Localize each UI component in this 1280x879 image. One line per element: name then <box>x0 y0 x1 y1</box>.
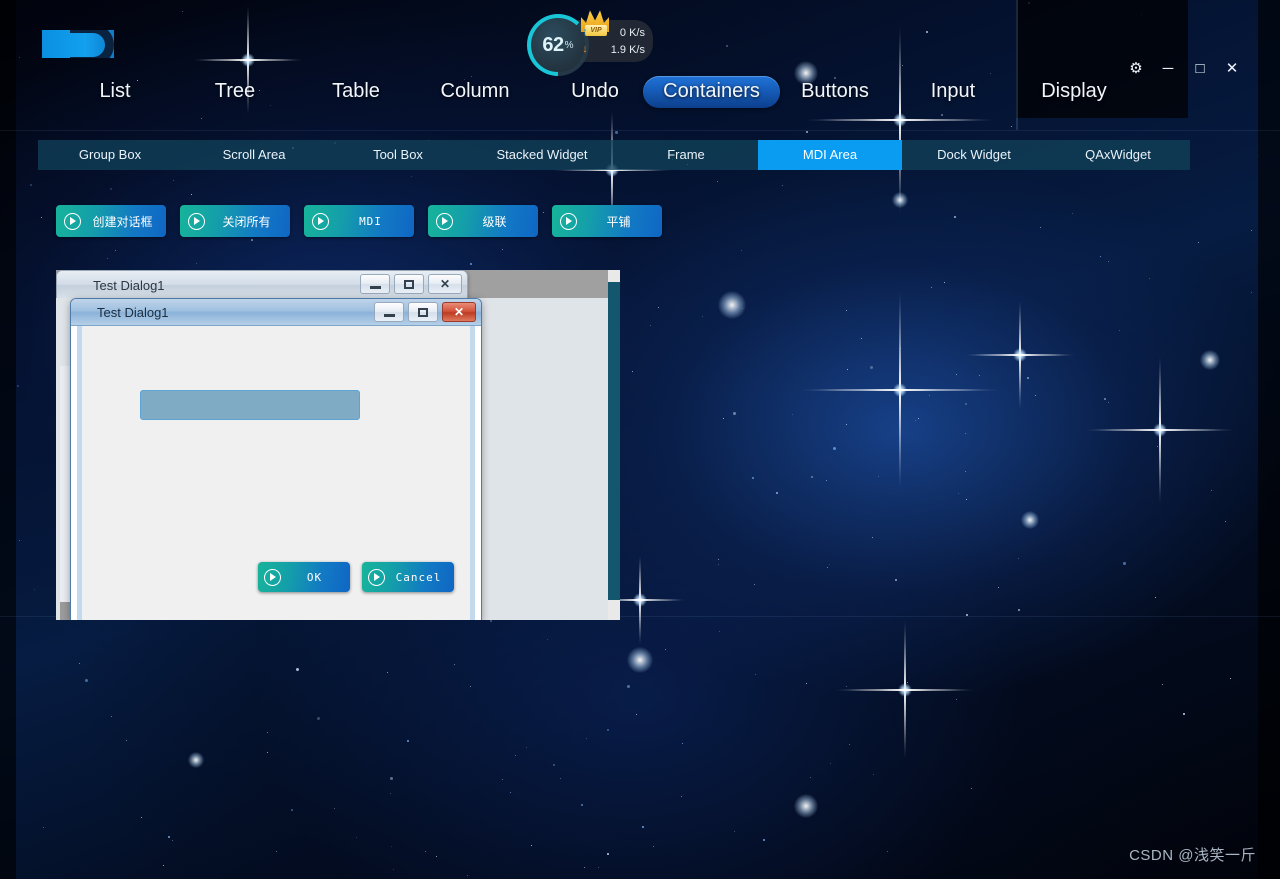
upload-speed-value: 0 K/s <box>619 26 645 39</box>
dialog-client-area: OK Cancel <box>77 326 475 620</box>
close-icon[interactable]: ✕ <box>1224 60 1240 76</box>
play-circle-icon <box>560 212 577 230</box>
nav-tab-buttons[interactable]: Buttons <box>790 76 880 108</box>
minimize-button[interactable] <box>360 274 390 294</box>
nav-tab-table[interactable]: Table <box>318 76 394 108</box>
mdi-vertical-scroll-thumb[interactable] <box>608 282 620 600</box>
mdi-horizontal-scrollbar[interactable] <box>56 612 620 620</box>
dialog-cancel-button[interactable]: Cancel <box>362 562 454 592</box>
action-button-label: 平铺 <box>606 214 631 229</box>
maximize-button[interactable] <box>408 302 438 322</box>
maximize-button[interactable] <box>394 274 424 294</box>
sub-tab-frame[interactable]: Frame <box>614 140 758 170</box>
close-button[interactable]: ✕ <box>428 274 462 294</box>
sub-tab-dock-widget[interactable]: Dock Widget <box>902 140 1046 170</box>
dialog-button-label: OK <box>306 570 323 584</box>
download-arrow-icon: ↓ <box>582 43 588 55</box>
titlebar-active[interactable]: Test Dialog1 ✕ <box>71 299 481 326</box>
download-speed-value: 1.9 K/s <box>610 43 645 56</box>
window-title: Test Dialog1 <box>93 277 165 293</box>
cpu-ring-inner: 62% <box>531 18 585 72</box>
dialog-button-label: Cancel <box>395 570 442 584</box>
action-button-3[interactable]: MDI <box>304 205 414 237</box>
dialog-ok-button[interactable]: OK <box>258 562 350 592</box>
cpu-percent-value: 62 <box>542 33 564 56</box>
play-circle-icon <box>436 212 453 230</box>
nav-tab-input[interactable]: Input <box>916 76 990 108</box>
mdi-action-toolbar: 创建对话框 关闭所有 MDI 级联 平铺 <box>56 205 662 237</box>
action-button-1[interactable]: 创建对话框 <box>56 205 166 237</box>
upload-arrow-icon: ↑ <box>582 26 588 38</box>
application-window: 62% VIP ↑ 0 K/s ↓ 1.9 K/s ⚙ ─ □ ✕ List Tr… <box>0 0 1280 879</box>
blue-frame-widget <box>140 390 360 420</box>
action-button-label: 创建对话框 <box>92 214 153 229</box>
sub-tab-scroll-area[interactable]: Scroll Area <box>182 140 326 170</box>
action-button-2[interactable]: 关闭所有 <box>180 205 290 237</box>
sub-tab-group-box[interactable]: Group Box <box>38 140 182 170</box>
dialog-button-row: OK Cancel <box>258 562 454 592</box>
play-circle-icon <box>264 568 281 586</box>
nav-tab-display[interactable]: Display <box>1028 76 1120 108</box>
logo-mark <box>70 30 114 58</box>
action-button-label: 关闭所有 <box>222 214 271 229</box>
cpu-percent-symbol: % <box>564 39 574 51</box>
action-button-4[interactable]: 级联 <box>428 205 538 237</box>
main-navigation: List Tree Table Column Undo Containers Buttons… <box>0 76 1280 108</box>
titlebar-inactive[interactable]: Test Dialog1 ✕ <box>57 271 467 299</box>
play-circle-icon <box>368 568 385 586</box>
minimize-icon[interactable]: ─ <box>1160 60 1176 76</box>
nav-tab-column[interactable]: Column <box>432 76 518 108</box>
window-title: Test Dialog1 <box>97 304 169 320</box>
caption-buttons-active: ✕ <box>374 302 476 322</box>
watermark-text: CSDN @浅笑一斤 <box>1129 847 1256 864</box>
system-monitor-widget[interactable]: 62% VIP ↑ 0 K/s ↓ 1.9 K/s <box>527 10 653 76</box>
sub-tab-qaxwidget[interactable]: QAxWidget <box>1046 140 1190 170</box>
window-controls: ⚙ ─ □ ✕ <box>1128 60 1240 76</box>
action-button-5[interactable]: 平铺 <box>552 205 662 237</box>
minimize-button[interactable] <box>374 302 404 322</box>
gear-icon[interactable]: ⚙ <box>1128 60 1144 76</box>
sub-tab-bar: Group Box Scroll Area Tool Box Stacked Widg… <box>38 140 1190 170</box>
nav-tab-containers[interactable]: Containers <box>643 76 780 108</box>
nav-tab-undo[interactable]: Undo <box>560 76 630 108</box>
download-row: ↓ 1.9 K/s <box>579 41 649 58</box>
mdi-child-window-active[interactable]: Test Dialog1 ✕ OK Cancel <box>70 298 482 620</box>
play-circle-icon <box>64 212 81 230</box>
nav-tab-tree[interactable]: Tree <box>200 76 270 108</box>
caption-buttons-inactive: ✕ <box>360 274 462 294</box>
action-button-label: 级联 <box>482 214 507 229</box>
sub-tab-mdi-area[interactable]: MDI Area <box>758 140 902 170</box>
app-logo <box>42 30 114 58</box>
action-button-label: MDI <box>359 214 382 228</box>
play-circle-icon <box>188 212 205 230</box>
mdi-area[interactable]: Test Dialog1 ✕ Test Dialog1 ✕ OK Cancel <box>56 270 620 620</box>
top-right-seam <box>1016 0 1018 130</box>
upload-row: ↑ 0 K/s <box>579 24 649 41</box>
maximize-icon[interactable]: □ <box>1192 60 1208 76</box>
play-circle-icon <box>312 212 329 230</box>
horizontal-divider-top <box>0 130 1280 131</box>
sub-tab-stacked-widget[interactable]: Stacked Widget <box>470 140 614 170</box>
mdi-vertical-scrollbar[interactable] <box>608 270 620 620</box>
sub-tab-tool-box[interactable]: Tool Box <box>326 140 470 170</box>
close-button[interactable]: ✕ <box>442 302 476 322</box>
network-speed-rows: ↑ 0 K/s ↓ 1.9 K/s <box>579 24 649 58</box>
nav-tab-list[interactable]: List <box>80 76 150 108</box>
